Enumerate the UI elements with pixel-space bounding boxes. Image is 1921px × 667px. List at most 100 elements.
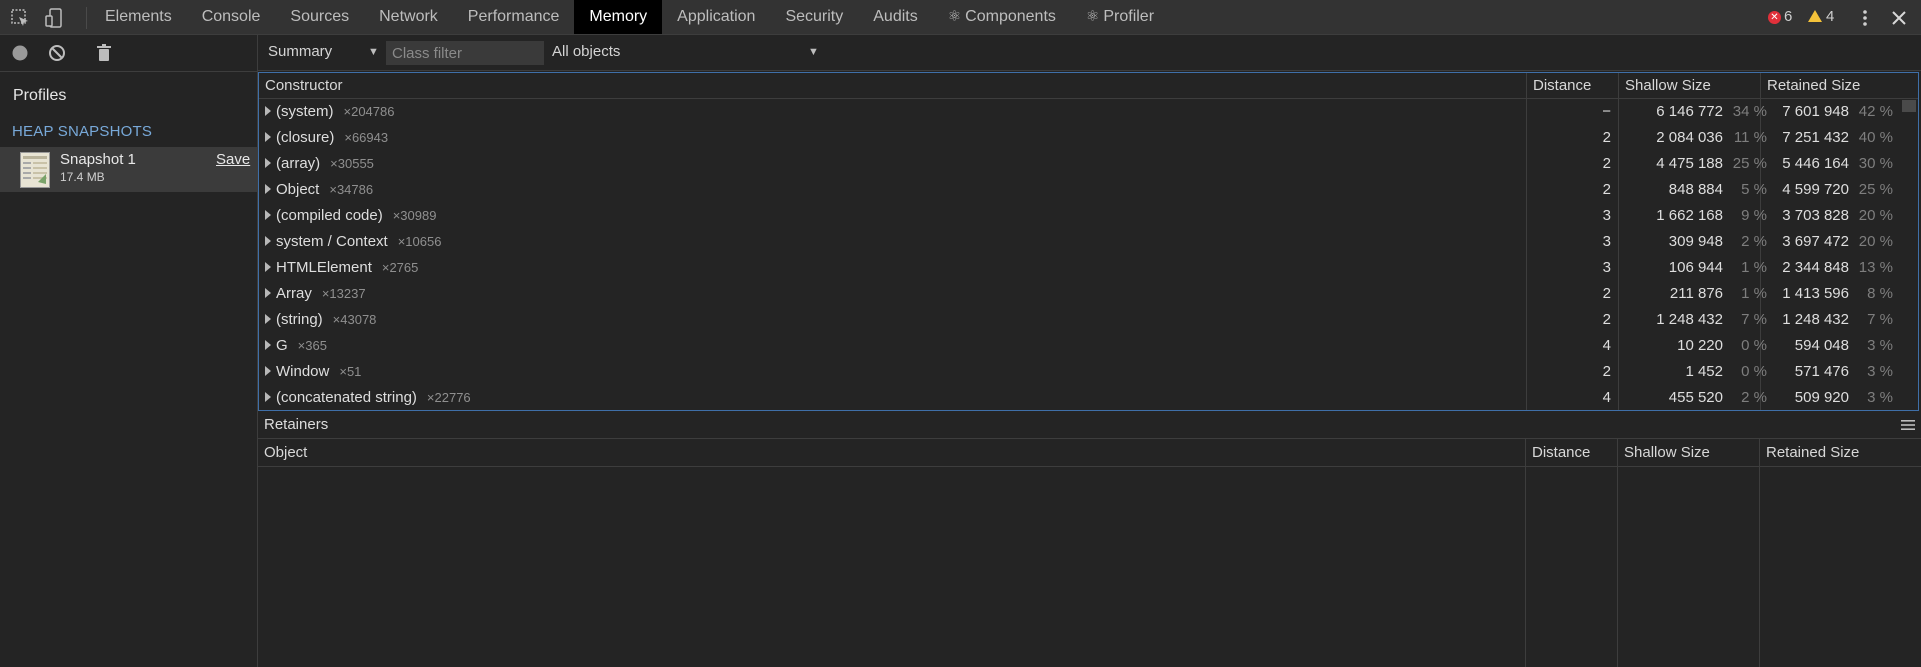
shallow-size-cell: 848 884 — [1668, 181, 1723, 198]
constructor-cell: Array ×13237 — [265, 281, 366, 307]
constructor-name: HTMLElement — [276, 259, 372, 276]
table-row[interactable]: Array ×13237 2 211 876 1 % 1 413 596 8 % — [259, 281, 1918, 307]
instance-count: ×43078 — [332, 312, 377, 327]
header-distance[interactable]: Distance — [1527, 73, 1619, 99]
header-shallow-size[interactable]: Shallow Size — [1619, 73, 1761, 99]
warning-counter[interactable]: 4 — [1808, 0, 1834, 34]
retained-size-percent: 25 % — [1858, 181, 1893, 198]
instance-count: ×30989 — [392, 208, 437, 223]
header-retained-size[interactable]: Retained Size — [1761, 73, 1911, 99]
device-toolbar-icon[interactable] — [44, 8, 64, 28]
expand-triangle-icon[interactable] — [265, 288, 271, 299]
retained-size-cell: 1 413 596 — [1782, 285, 1849, 302]
tab-security[interactable]: Security — [770, 0, 858, 34]
tab-components[interactable]: ⚛ Components — [933, 0, 1071, 34]
column-divider — [1525, 439, 1526, 667]
expand-triangle-icon[interactable] — [265, 262, 271, 273]
close-devtools-icon[interactable] — [1888, 7, 1910, 29]
table-row[interactable]: (system) ×204786−6 146 772 34 % 7 601 948 42… — [259, 99, 1918, 125]
table-row[interactable]: (compiled code) ×30989 3 1 662 168 9 % 3 703 … — [259, 203, 1918, 229]
more-options-icon[interactable] — [1855, 8, 1875, 28]
tab-console[interactable]: Console — [187, 0, 276, 34]
tab-network[interactable]: Network — [364, 0, 453, 34]
retained-size-cell: 571 476 — [1794, 363, 1849, 380]
expand-triangle-icon[interactable] — [265, 314, 271, 325]
error-counter[interactable]: ✕ 6 — [1768, 0, 1792, 34]
expand-triangle-icon[interactable] — [265, 366, 271, 377]
retained-size-cell: 509 920 — [1794, 389, 1849, 406]
collect-garbage-icon[interactable] — [94, 43, 114, 63]
table-row[interactable]: (closure) ×66943 2 2 084 036 11 % 7 251 432 40… — [259, 125, 1918, 151]
tab-label: Network — [379, 8, 438, 25]
constructor-name: G — [276, 337, 288, 354]
expand-triangle-icon[interactable] — [265, 158, 271, 169]
expand-triangle-icon[interactable] — [265, 106, 271, 117]
table-row[interactable]: (concatenated string) ×22776 4 455 520 2 % 50… — [259, 385, 1918, 410]
constructor-name: (concatenated string) — [276, 389, 417, 406]
retainers-header-bar: Retainers — [258, 411, 1921, 439]
expand-triangle-icon[interactable] — [265, 132, 271, 143]
expand-triangle-icon[interactable] — [265, 236, 271, 247]
constructor-cell: Window ×51 — [265, 359, 361, 385]
shallow-size-cell: 211 876 — [1669, 285, 1723, 302]
tab-application[interactable]: Application — [662, 0, 770, 34]
table-row[interactable]: (string) ×43078 2 1 248 432 7 % 1 248 432 7 % — [259, 307, 1918, 333]
clear-profiles-icon[interactable] — [47, 43, 67, 63]
view-select[interactable]: Summary ▼ — [268, 43, 379, 60]
instance-count: ×34786 — [329, 182, 374, 197]
table-row[interactable]: (array) ×30555 2 4 475 188 25 % 5 446 164 30 % — [259, 151, 1918, 177]
shallow-size-cell: 6 146 772 — [1656, 103, 1723, 120]
snapshot-item[interactable]: Snapshot 1 17.4 MB Save — [0, 147, 257, 192]
tab-performance[interactable]: Performance — [453, 0, 575, 34]
retained-size-cell: 7 601 948 — [1782, 103, 1849, 120]
constructor-name: Object — [276, 181, 320, 198]
objects-select-caret-icon: ▼ — [808, 46, 819, 58]
instance-count: ×30555 — [330, 156, 374, 171]
table-row[interactable]: G ×365 4 10 220 0 % 594 048 3 % — [259, 333, 1918, 359]
table-row[interactable]: Object ×34786 2 848 884 5 % 4 599 720 25 % — [259, 177, 1918, 203]
expand-triangle-icon[interactable] — [265, 184, 271, 195]
instance-count: ×22776 — [426, 390, 471, 405]
distance-cell: 2 — [1602, 181, 1611, 198]
save-snapshot-link[interactable]: Save — [216, 151, 250, 168]
tab-profiler[interactable]: ⚛ Profiler — [1071, 0, 1169, 34]
tab-sources[interactable]: Sources — [275, 0, 364, 34]
retained-size-percent: 40 % — [1858, 129, 1893, 146]
header-shallow-size[interactable]: Shallow Size — [1618, 439, 1710, 467]
table-row[interactable]: system / Context ×10656 3 309 948 2 % 3 697 4… — [259, 229, 1918, 255]
profiles-toolbar — [0, 35, 257, 72]
distance-cell: 4 — [1602, 337, 1611, 354]
class-filter-input[interactable] — [386, 41, 544, 65]
tab-memory[interactable]: Memory — [574, 0, 663, 34]
hamburger-menu-icon[interactable] — [1901, 419, 1915, 431]
tab-audits[interactable]: Audits — [858, 0, 932, 34]
constructor-name: (closure) — [276, 129, 335, 146]
tab-label: Sources — [290, 8, 350, 25]
retained-size-percent: 3 % — [1867, 363, 1893, 380]
distance-cell: 4 — [1602, 389, 1611, 406]
header-object[interactable]: Object — [258, 439, 307, 467]
heap-toolbar: Summary ▼ All objects ▼ — [258, 35, 1921, 71]
grid-scrollbar[interactable] — [1902, 100, 1916, 112]
tab-elements[interactable]: Elements — [90, 0, 187, 34]
table-row[interactable]: HTMLElement ×2765 3 106 944 1 % 2 344 848 13 % — [259, 255, 1918, 281]
column-divider — [1617, 439, 1618, 667]
shallow-size-cell: 2 084 036 — [1656, 129, 1723, 146]
expand-triangle-icon[interactable] — [265, 340, 271, 351]
inspect-element-icon[interactable] — [10, 8, 30, 28]
record-icon[interactable] — [10, 43, 30, 63]
header-retained-size[interactable]: Retained Size — [1760, 439, 1859, 467]
header-distance[interactable]: Distance — [1526, 439, 1590, 467]
expand-triangle-icon[interactable] — [265, 392, 271, 403]
header-constructor[interactable]: Constructor — [259, 73, 1527, 99]
retained-size-cell: 1 248 432 — [1782, 311, 1849, 328]
retainers-title: Retainers — [264, 416, 329, 433]
objects-select[interactable]: All objects ▼ — [552, 43, 822, 60]
retained-size-percent: 20 % — [1858, 207, 1893, 224]
expand-triangle-icon[interactable] — [265, 210, 271, 221]
constructor-name: (array) — [276, 155, 321, 172]
constructor-name: (compiled code) — [276, 207, 383, 224]
table-row[interactable]: Window ×51 2 1 452 0 % 571 476 3 % — [259, 359, 1918, 385]
retained-size-percent: 8 % — [1867, 285, 1893, 302]
heap-snapshots-header: HEAP SNAPSHOTS — [12, 123, 153, 140]
